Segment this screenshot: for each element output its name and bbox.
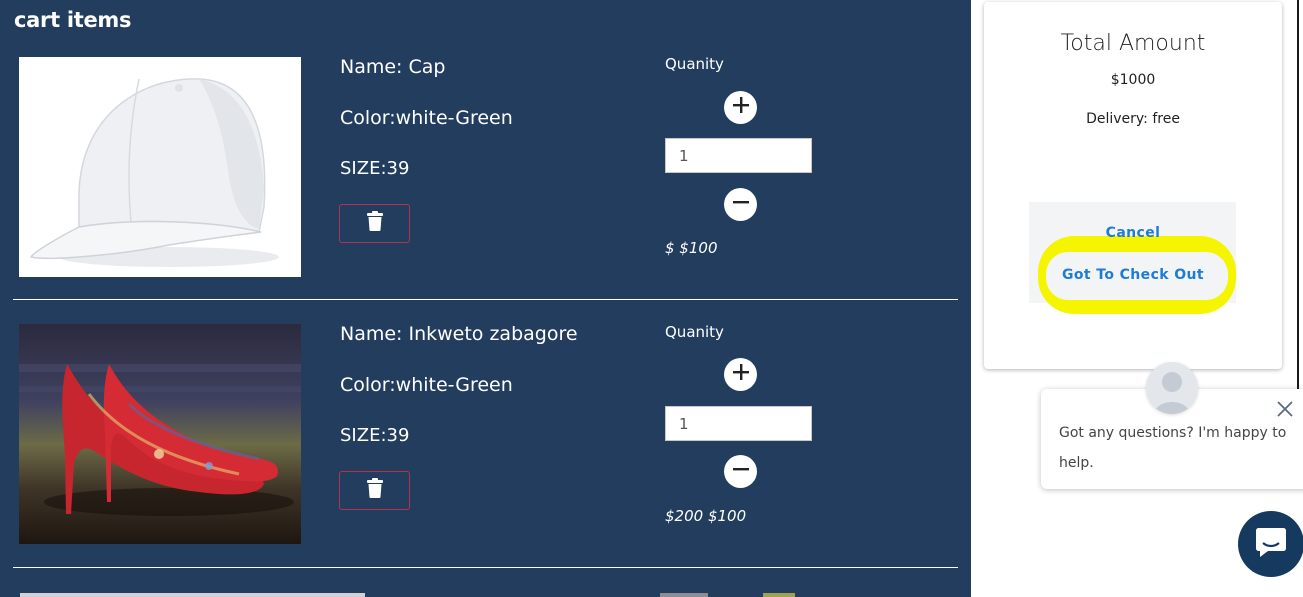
- delete-item-button[interactable]: [339, 471, 410, 510]
- trash-icon: [366, 211, 383, 236]
- next-item-edge: [660, 593, 708, 597]
- minus-icon: [732, 193, 750, 216]
- cancel-button[interactable]: Cancel: [984, 225, 1282, 241]
- minus-icon: [732, 460, 750, 483]
- chat-message: Got any questions? I'm happy to help.: [1059, 425, 1287, 471]
- decrease-quantity-button[interactable]: [724, 188, 757, 221]
- chat-launcher-button[interactable]: [1238, 511, 1303, 577]
- chat-bubble-icon: [1254, 526, 1288, 563]
- item-color: Color:white-Green: [340, 374, 513, 396]
- next-item-image-edge: [20, 593, 365, 597]
- quantity-input[interactable]: [665, 406, 812, 441]
- decrease-quantity-button[interactable]: [724, 455, 757, 488]
- plus-icon: [732, 363, 750, 386]
- quantity-label: Quanity: [665, 323, 724, 341]
- cart-panel: cart items Name: Cap Color:white-Green SI…: [0, 0, 971, 597]
- item-color: Color:white-Green: [340, 107, 513, 129]
- delete-item-button[interactable]: [339, 204, 410, 243]
- item-name-label: Name:: [340, 56, 403, 78]
- close-icon[interactable]: [1275, 399, 1295, 419]
- item-name-label: Name:: [340, 323, 403, 345]
- item-price: $200 $100: [665, 507, 747, 525]
- item-size: SIZE:39: [340, 158, 410, 179]
- order-summary-card: Total Amount $1000 Delivery: free Cancel…: [984, 2, 1282, 369]
- product-image-heels: [19, 324, 301, 544]
- next-item-edge: [763, 593, 795, 597]
- checkout-button[interactable]: Got To Check Out: [984, 267, 1282, 283]
- quantity-label: Quanity: [665, 55, 724, 73]
- item-price: $ $100: [665, 239, 718, 257]
- item-divider: [13, 567, 958, 568]
- product-image-cap: [19, 57, 301, 277]
- page-edge: [1297, 0, 1299, 395]
- trash-icon: [366, 478, 383, 503]
- cart-item: Name: Cap Color:white-Green SIZE:39 Quani…: [0, 0, 971, 277]
- delivery-info: Delivery: free: [1086, 111, 1180, 127]
- item-size: SIZE:39: [340, 425, 410, 446]
- item-name-value: Cap: [408, 56, 446, 78]
- summary-title: Total Amount: [1060, 31, 1206, 56]
- item-name: Name: Cap: [340, 56, 445, 78]
- total-amount: $1000: [1110, 72, 1156, 88]
- plus-icon: [732, 96, 750, 119]
- quantity-input[interactable]: [665, 138, 812, 173]
- item-name: Name: Inkweto zabagore: [340, 323, 578, 345]
- cart-item: Name: Inkweto zabagore Color:white-Green …: [0, 268, 971, 544]
- item-name-value: Inkweto zabagore: [408, 323, 578, 345]
- user-avatar-icon: [1146, 362, 1198, 414]
- increase-quantity-button[interactable]: [724, 358, 757, 391]
- increase-quantity-button[interactable]: [724, 91, 757, 124]
